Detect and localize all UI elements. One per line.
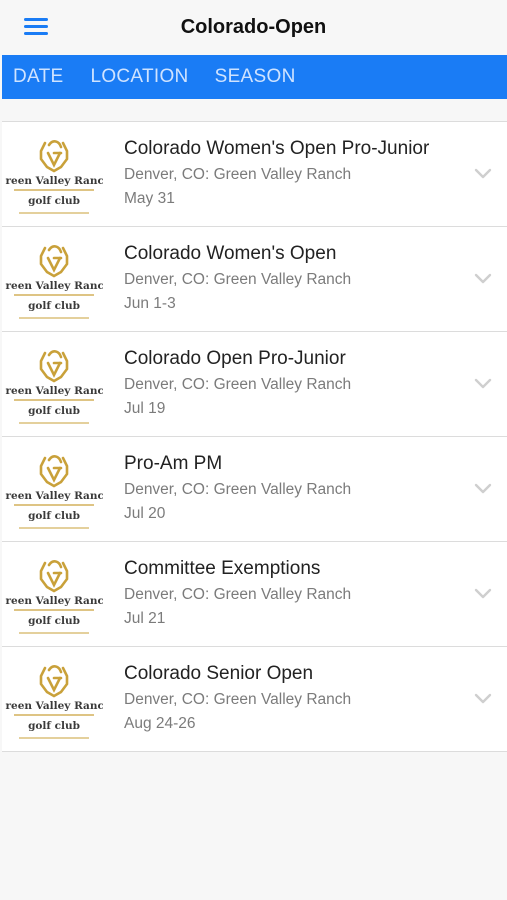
- event-row[interactable]: Green Valley Ranch golf club Committee E…: [2, 542, 507, 647]
- event-row[interactable]: Green Valley Ranch golf club Colorado Op…: [2, 332, 507, 437]
- chevron-down-icon[interactable]: [474, 588, 492, 600]
- tab-date[interactable]: DATE: [13, 66, 63, 88]
- event-date: Jun 1-3: [124, 295, 176, 312]
- logo-text-name: Green Valley Ranch: [5, 595, 103, 607]
- golf-club-logo: Green Valley Ranch golf club: [5, 125, 103, 223]
- logo-text-subtitle: golf club: [28, 300, 80, 312]
- logo-text-subtitle: golf club: [28, 195, 80, 207]
- event-location: Denver, CO: Green Valley Ranch: [124, 481, 352, 498]
- golf-club-logo: Green Valley Ranch golf club: [5, 335, 103, 433]
- event-date: May 31: [124, 190, 175, 207]
- event-location: Denver, CO: Green Valley Ranch: [124, 586, 352, 603]
- chevron-down-icon[interactable]: [474, 378, 492, 390]
- event-date: Jul 21: [124, 610, 166, 627]
- logo-text-subtitle: golf club: [28, 405, 80, 417]
- event-location: Denver, CO: Green Valley Ranch: [124, 166, 352, 183]
- navigation-bar: Colorado-Open: [0, 0, 507, 55]
- golf-club-logo: Green Valley Ranch golf club: [5, 545, 103, 643]
- event-title: Colorado Open Pro-Junior: [124, 348, 346, 369]
- event-location: Denver, CO: Green Valley Ranch: [124, 376, 352, 393]
- tab-season[interactable]: SEASON: [215, 66, 296, 88]
- logo-text-name: Green Valley Ranch: [5, 175, 103, 187]
- event-date: Aug 24-26: [124, 715, 196, 732]
- event-row[interactable]: Green Valley Ranch golf club Pro-Am PM D…: [2, 437, 507, 542]
- event-date: Jul 20: [124, 505, 166, 522]
- logo-text-subtitle: golf club: [28, 615, 80, 627]
- logo-text-subtitle: golf club: [28, 720, 80, 732]
- event-title: Committee Exemptions: [124, 558, 321, 579]
- event-title: Colorado Women's Open: [124, 243, 337, 264]
- chevron-down-icon[interactable]: [474, 693, 492, 705]
- logo-text-subtitle: golf club: [28, 510, 80, 522]
- event-title: Colorado Senior Open: [124, 663, 314, 684]
- tab-location[interactable]: LOCATION: [90, 66, 188, 88]
- golf-club-logo: Green Valley Ranch golf club: [5, 650, 103, 748]
- event-date: Jul 19: [124, 400, 166, 417]
- event-row[interactable]: Green Valley Ranch golf club Colorado Se…: [2, 647, 507, 752]
- chevron-down-icon[interactable]: [474, 483, 492, 495]
- event-title: Colorado Women's Open Pro-Junior: [124, 138, 430, 159]
- golf-club-logo: Green Valley Ranch golf club: [5, 440, 103, 538]
- filter-tab-bar: DATE LOCATION SEASON: [2, 55, 507, 99]
- page-title: Colorado-Open: [180, 16, 327, 38]
- event-list: Green Valley Ranch golf club Colorado Wo…: [2, 121, 507, 752]
- event-location: Denver, CO: Green Valley Ranch: [124, 271, 352, 288]
- logo-text-name: Green Valley Ranch: [5, 700, 103, 712]
- logo-text-name: Green Valley Ranch: [5, 280, 103, 292]
- logo-text-name: Green Valley Ranch: [5, 490, 103, 502]
- golf-club-logo: Green Valley Ranch golf club: [5, 230, 103, 328]
- chevron-down-icon[interactable]: [474, 273, 492, 285]
- logo-text-name: Green Valley Ranch: [5, 385, 103, 397]
- chevron-down-icon[interactable]: [474, 168, 492, 180]
- event-location: Denver, CO: Green Valley Ranch: [124, 691, 352, 708]
- event-row[interactable]: Green Valley Ranch golf club Colorado Wo…: [2, 122, 507, 227]
- event-title: Pro-Am PM: [124, 453, 223, 474]
- event-row[interactable]: Green Valley Ranch golf club Colorado Wo…: [2, 227, 507, 332]
